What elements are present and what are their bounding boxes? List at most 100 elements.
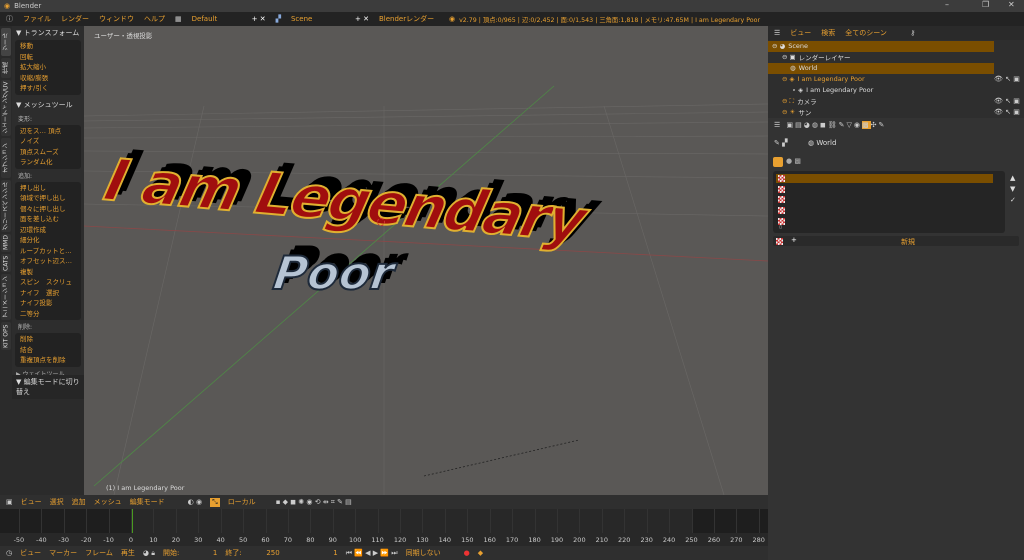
edit-mode-toggle-panel[interactable]: ▼ 編集モードに切り替え xyxy=(12,374,84,399)
menu-mesh[interactable]: メッシュ xyxy=(94,497,122,507)
3d-viewport[interactable]: ユーザー・透視投影 I am Legendary Poor (1) I am L… xyxy=(84,26,768,495)
outliner-display-select[interactable]: 全てのシーン xyxy=(845,28,900,38)
menu-file[interactable]: ファイル xyxy=(23,14,51,24)
layout-add-button[interactable]: + ✕ xyxy=(252,15,266,23)
shrink-fatten-button[interactable]: 収縮/膨張 xyxy=(15,73,81,84)
timeline[interactable]: -50 -40 -30 -20 -10 0 10 20 30 40 50 60 70 80 90 100 110… xyxy=(0,509,768,546)
new-texture-button[interactable]: 新規 xyxy=(901,237,915,247)
rotate-button[interactable]: 回転 xyxy=(15,52,81,63)
transform-panel-title[interactable]: ▼ トランスフォーム xyxy=(12,26,84,40)
tab-kit-ops[interactable]: KIT OPS xyxy=(1,322,11,350)
subdivide-button[interactable]: 細分化 xyxy=(15,235,81,246)
outliner-search-menu[interactable]: 検索 xyxy=(821,28,835,38)
add-icon[interactable]: + xyxy=(791,236,797,244)
orientation-select[interactable]: ローカル xyxy=(228,497,268,507)
randomize-button[interactable]: ランダム化 xyxy=(15,157,81,168)
outliner-editor-icon[interactable]: ☰ xyxy=(774,29,780,37)
sync-select[interactable]: 同期しない xyxy=(406,548,456,558)
delete-button[interactable]: 削除 xyxy=(15,334,81,345)
outliner-row-render-layers[interactable]: ⊖ ▣ レンダーレイヤー xyxy=(768,52,994,63)
make-edge-face-button[interactable]: 辺環作成 xyxy=(15,225,81,236)
tab-mmd[interactable]: MMD xyxy=(1,234,11,252)
visibility-icons[interactable]: 👁︎ ↖ ▣ 👁︎ ↖ ▣ 👁︎ ↖ ▣ xyxy=(994,74,1020,118)
end-frame-field[interactable]: 250 xyxy=(250,549,279,557)
extrude-region-button[interactable]: 領域で押し出し xyxy=(15,193,81,204)
bisect-button[interactable]: 二等分 xyxy=(15,309,81,320)
scale-button[interactable]: 拡大縮小 xyxy=(15,62,81,73)
outliner-row-object[interactable]: ⊖ ◈ I am Legendary Poor xyxy=(768,74,994,85)
slide-edge-vertex-button[interactable]: 辺をス… 頂点 xyxy=(15,126,81,137)
outliner-row-mesh[interactable]: ∘ ◈ I am Legendary Poor xyxy=(768,85,994,96)
layout-icon[interactable]: ▦ xyxy=(175,15,182,23)
tl-menu-marker[interactable]: マーカー xyxy=(49,548,77,558)
tl-menu-playback[interactable]: 再生 xyxy=(121,548,135,558)
smooth-vertex-button[interactable]: 頂点スムーズ xyxy=(15,147,81,158)
clock-icon[interactable]: ◷ xyxy=(6,549,12,557)
select-mode-icons[interactable]: ▪ ◆ ◼ ✺ ◉ ⟲ ⇹ ⌗ ✎ ▤ xyxy=(276,498,352,507)
scene-select[interactable]: Scene xyxy=(291,15,345,23)
outliner-row-camera[interactable]: ⊖ ⛶ カメラ xyxy=(768,96,994,107)
menu-window[interactable]: ウィンドウ xyxy=(99,14,134,24)
tab-create[interactable]: 作成 xyxy=(1,58,11,78)
menu-select[interactable]: 選択 xyxy=(50,497,64,507)
weight-tools-title[interactable]: ▶ ウェイトツール xyxy=(12,367,84,375)
offset-edge-button[interactable]: オフセット辺ス… xyxy=(15,256,81,267)
knife-project-button[interactable]: ナイフ投影 xyxy=(15,298,81,309)
layout-select[interactable]: Default xyxy=(192,15,242,23)
slot-move-buttons[interactable]: ▲ ▼ ✓ xyxy=(1010,173,1016,206)
extrude-button[interactable]: 押し出し xyxy=(15,183,81,194)
knife-select-button[interactable]: ナイフ 選択 xyxy=(15,288,81,299)
key-icon[interactable]: ⚷ xyxy=(910,29,915,37)
manipulator-icons[interactable]: ⤡ xyxy=(210,497,220,507)
tab-grease-pencil[interactable]: グリースペンシル xyxy=(1,180,11,232)
duplicate-button[interactable]: 複製 xyxy=(15,267,81,278)
render-engine-select[interactable]: Blenderレンダー xyxy=(379,14,439,24)
menu-add[interactable]: 追加 xyxy=(72,497,86,507)
inset-faces-button[interactable]: 面を差し込む xyxy=(15,214,81,225)
start-frame-field[interactable]: 1 xyxy=(187,549,217,557)
loop-cut-button[interactable]: ループカットと… xyxy=(15,246,81,257)
move-button[interactable]: 移動 xyxy=(15,41,81,52)
outliner-row-sun[interactable]: ⊖ ☀ サン xyxy=(768,107,994,118)
menu-view[interactable]: ビュー xyxy=(21,497,42,507)
current-frame-field[interactable]: 1 xyxy=(288,549,337,557)
preview-range-icon[interactable]: ◕ 🔒︎ xyxy=(143,549,155,558)
outliner-view-menu[interactable]: ビュー xyxy=(790,28,811,38)
tab-shading-uv[interactable]: シェーディング/UV xyxy=(1,80,11,136)
tab-options[interactable]: オプション xyxy=(1,138,11,178)
mode-select[interactable]: 編集モード xyxy=(130,497,180,507)
push-pull-button[interactable]: 押す/引く xyxy=(15,83,81,94)
maximize-button[interactable]: ❐ xyxy=(982,0,989,9)
texture-browse-icon[interactable] xyxy=(776,237,783,245)
record-button[interactable]: ● xyxy=(464,549,470,557)
menu-help[interactable]: ヘルプ xyxy=(144,14,165,24)
minimize-button[interactable]: – xyxy=(945,0,949,9)
menu-render[interactable]: レンダー xyxy=(61,14,89,24)
3d-text-line-2[interactable]: Poor xyxy=(269,245,398,301)
properties-tab-icons[interactable]: ☰ ▣▤◕◍◼⛓✎▽◉▩✣✎ xyxy=(774,121,886,129)
scene-add-button[interactable]: + ✕ xyxy=(355,15,369,23)
spin-screw-button[interactable]: スピン スクリュ xyxy=(15,277,81,288)
world-texture-tab[interactable] xyxy=(773,157,783,167)
shading-icon[interactable]: ◐ ◉ xyxy=(188,498,202,506)
tab-animation[interactable]: アニメーション xyxy=(1,274,11,320)
playback-controls[interactable]: ⏮ ⏪ ◀ ▶ ⏩ ⏭ xyxy=(346,549,398,558)
tl-menu-frame[interactable]: フレーム xyxy=(85,548,113,558)
texture-slot-selected[interactable] xyxy=(776,174,993,183)
info-editor-icon[interactable]: ⓘ xyxy=(6,14,13,24)
keying-icon[interactable]: ◆ xyxy=(478,549,483,557)
other-texture-tabs[interactable]: ● ▩ xyxy=(786,157,801,165)
tl-menu-view[interactable]: ビュー xyxy=(20,548,41,558)
editor-type-cube-icon[interactable]: ▣ xyxy=(6,498,13,506)
noise-button[interactable]: ノイズ xyxy=(15,136,81,147)
mesh-tools-title[interactable]: ▼ メッシュツール xyxy=(12,98,84,112)
close-button[interactable]: ✕ xyxy=(1008,0,1015,9)
merge-button[interactable]: 結合 xyxy=(15,345,81,356)
outliner-row-scene[interactable]: ⊖ ◕ Scene xyxy=(768,41,994,52)
outliner-row-world[interactable]: ◍ World xyxy=(768,63,994,74)
tab-tools[interactable]: ツール xyxy=(1,28,11,56)
pin-icon[interactable]: ✎ ▞ xyxy=(774,139,787,147)
tab-cats[interactable]: CATS xyxy=(1,254,11,272)
texture-slot-list[interactable]: 0 xyxy=(773,171,1005,233)
remove-doubles-button[interactable]: 重複頂点を削除 xyxy=(15,355,81,366)
